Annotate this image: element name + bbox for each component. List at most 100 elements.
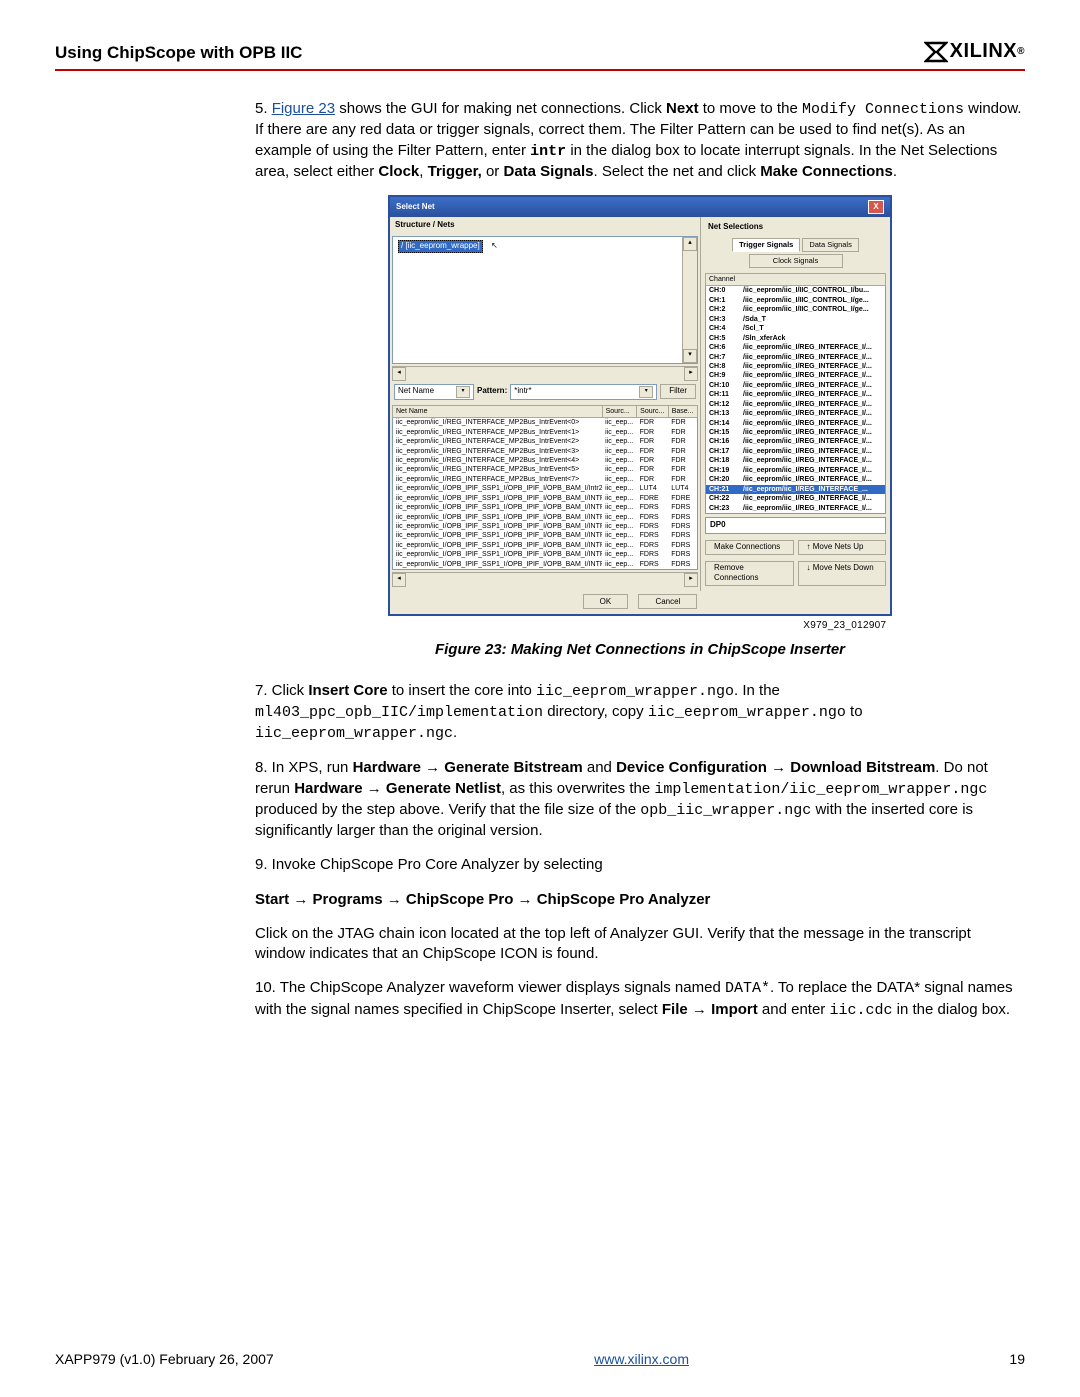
sigma-icon	[924, 41, 948, 63]
channel-row[interactable]: CH:23/iic_eeprom/iic_I/REG_INTERFACE_I/.…	[706, 504, 886, 514]
figure-23: Select Net X Structure / Nets / [iic_eep…	[255, 196, 1025, 615]
channel-row[interactable]: CH:4/Scl_T	[706, 324, 886, 333]
signal-tabs: Trigger Signals Data Signals Clock Signa…	[703, 236, 888, 270]
channel-row[interactable]: CH:17/iic_eeprom/iic_I/REG_INTERFACE_I/.…	[706, 447, 886, 456]
step-5: 5. Figure 23 shows the GUI for making ne…	[255, 99, 1025, 182]
make-connections-button[interactable]: Make Connections	[705, 540, 794, 555]
footer-link[interactable]: www.xilinx.com	[594, 1351, 689, 1367]
table-row[interactable]: iic_eeprom/iic_I/REG_INTERFACE_MP2Bus_In…	[393, 418, 698, 428]
net-list-table[interactable]: Net NameSourc...Sourc...Base... iic_eepr…	[392, 405, 698, 570]
table-row[interactable]: iic_eeprom/iic_I/OPB_IPIF_SSP1_I/OPB_IPI…	[393, 531, 698, 540]
channel-row[interactable]: CH:10/iic_eeprom/iic_I/REG_INTERFACE_I/.…	[706, 381, 886, 390]
pattern-label: Pattern:	[477, 386, 507, 397]
channel-row[interactable]: CH:3/Sda_T	[706, 315, 886, 324]
table-row[interactable]: iic_eeprom/iic_I/OPB_IPIF_SSP1_I/OPB_IPI…	[393, 550, 698, 559]
scroll-left-icon[interactable]: ◂	[392, 573, 406, 587]
scroll-left-icon[interactable]: ◂	[392, 367, 406, 381]
channel-row[interactable]: CH:7/iic_eeprom/iic_I/REG_INTERFACE_I/..…	[706, 353, 886, 362]
column-header[interactable]: Sourc...	[602, 405, 637, 417]
dialog-titlebar[interactable]: Select Net X	[390, 197, 890, 217]
figure-caption: Figure 23: Making Net Connections in Chi…	[255, 640, 1025, 660]
dialog-title: Select Net	[396, 202, 435, 213]
reg-mark: ®	[1017, 46, 1025, 57]
table-row[interactable]: iic_eeprom/iic_I/OPB_IPIF_SSP1_I/OPB_IPI…	[393, 503, 698, 512]
table-row[interactable]: iic_eeprom/iic_I/OPB_IPIF_SSP1_I/OPB_IPI…	[393, 541, 698, 550]
channel-row[interactable]: CH:8/iic_eeprom/iic_I/REG_INTERFACE_I/..…	[706, 362, 886, 371]
port-box[interactable]: DP0	[705, 517, 886, 534]
move-nets-down-button[interactable]: ↓ Move Nets Down	[798, 561, 887, 587]
chevron-down-icon[interactable]: ▾	[456, 386, 470, 398]
page-header: Using ChipScope with OPB IIC XILINX ®	[55, 40, 1025, 71]
tab-data-signals[interactable]: Data Signals	[802, 238, 859, 252]
table-row[interactable]: iic_eeprom/iic_I/OPB_IPIF_SSP1_I/OPB_IPI…	[393, 560, 698, 570]
xilinx-logo: XILINX ®	[924, 40, 1025, 63]
structure-nets-label: Structure / Nets	[390, 217, 700, 234]
figure-id: X979_23_012907	[255, 619, 886, 633]
scroll-right-icon[interactable]: ▸	[684, 573, 698, 587]
column-header[interactable]: Base...	[668, 405, 697, 417]
channel-row[interactable]: CH:16/iic_eeprom/iic_I/REG_INTERFACE_I/.…	[706, 437, 886, 446]
channel-row[interactable]: CH:9/iic_eeprom/iic_I/REG_INTERFACE_I/..…	[706, 371, 886, 380]
channel-row[interactable]: CH:19/iic_eeprom/iic_I/REG_INTERFACE_I/.…	[706, 466, 886, 475]
step-num: 5.	[255, 100, 272, 117]
remove-connections-button[interactable]: Remove Connections	[705, 561, 794, 587]
channel-row[interactable]: CH:20/iic_eeprom/iic_I/REG_INTERFACE_I/.…	[706, 475, 886, 484]
channel-row[interactable]: CH:15/iic_eeprom/iic_I/REG_INTERFACE_I/.…	[706, 428, 886, 437]
step-9-path: Start → Programs → ChipScope Pro → ChipS…	[255, 890, 1025, 910]
net-selections-label: Net Selections	[703, 219, 888, 236]
page-number: 19	[1009, 1351, 1025, 1367]
table-row[interactable]: iic_eeprom/iic_I/REG_INTERFACE_MP2Bus_In…	[393, 428, 698, 437]
scroll-up-icon[interactable]: ▴	[683, 237, 697, 251]
channel-row[interactable]: CH:1/iic_eeprom/iic_I/IIC_CONTROL_I/ge..…	[706, 296, 886, 305]
table-row[interactable]: iic_eeprom/iic_I/OPB_IPIF_SSP1_I/OPB_IPI…	[393, 522, 698, 531]
channel-row[interactable]: CH:14/iic_eeprom/iic_I/REG_INTERFACE_I/.…	[706, 419, 886, 428]
filter-button[interactable]: Filter	[660, 384, 696, 399]
tab-clock-signals[interactable]: Clock Signals	[749, 254, 843, 268]
channel-row[interactable]: CH:21/iic_eeprom/iic_I/REG_INTERFACE_...	[706, 485, 886, 494]
table-row[interactable]: iic_eeprom/iic_I/REG_INTERFACE_MP2Bus_In…	[393, 456, 698, 465]
channel-row[interactable]: CH:0/iic_eeprom/iic_I/IIC_CONTROL_I/bu..…	[706, 286, 886, 296]
net-name-combo[interactable]: Net Name ▾	[394, 384, 474, 400]
figure-23-link[interactable]: Figure 23	[272, 100, 335, 117]
pattern-input[interactable]: *intr* ▾	[510, 384, 657, 400]
scroll-down-icon[interactable]: ▾	[683, 349, 697, 363]
pattern-value: *intr*	[514, 386, 531, 397]
channel-row[interactable]: CH:2/iic_eeprom/iic_I/IIC_CONTROL_I/ge..…	[706, 305, 886, 314]
tree-scrollbar-h[interactable]: ◂ ▸	[392, 366, 698, 381]
table-row[interactable]: iic_eeprom/iic_I/OPB_IPIF_SSP1_I/OPB_IPI…	[393, 484, 698, 493]
table-row[interactable]: iic_eeprom/iic_I/OPB_IPIF_SSP1_I/OPB_IPI…	[393, 513, 698, 522]
header-title: Using ChipScope with OPB IIC	[55, 43, 302, 63]
netlist-scrollbar-h[interactable]: ◂ ▸	[392, 572, 698, 587]
close-icon[interactable]: X	[868, 200, 884, 214]
table-row[interactable]: iic_eeprom/iic_I/REG_INTERFACE_MP2Bus_In…	[393, 437, 698, 446]
net-name-label: Net Name	[398, 386, 434, 397]
channel-table[interactable]: Channel CH:0/iic_eeprom/iic_I/IIC_CONTRO…	[705, 273, 886, 514]
channel-row[interactable]: CH:12/iic_eeprom/iic_I/REG_INTERFACE_I/.…	[706, 400, 886, 409]
ok-button[interactable]: OK	[583, 594, 629, 609]
tree-selected-item[interactable]: / [iic_eeprom_wrappe]	[398, 240, 483, 253]
channel-row[interactable]: CH:22/iic_eeprom/iic_I/REG_INTERFACE_I/.…	[706, 494, 886, 503]
structure-tree[interactable]: / [iic_eeprom_wrappe] ↖ ▴ ▾	[392, 236, 698, 364]
cancel-button[interactable]: Cancel	[638, 594, 697, 609]
table-row[interactable]: iic_eeprom/iic_I/REG_INTERFACE_MP2Bus_In…	[393, 475, 698, 484]
channel-row[interactable]: CH:6/iic_eeprom/iic_I/REG_INTERFACE_I/..…	[706, 343, 886, 352]
cursor-icon: ↖	[491, 241, 498, 250]
scroll-right-icon[interactable]: ▸	[684, 367, 698, 381]
page-footer: XAPP979 (v1.0) February 26, 2007 www.xil…	[55, 1351, 1025, 1367]
channel-row[interactable]: CH:5/Sln_xferAck	[706, 334, 886, 343]
tree-scrollbar-v[interactable]: ▴ ▾	[682, 237, 697, 363]
channel-row[interactable]: CH:11/iic_eeprom/iic_I/REG_INTERFACE_I/.…	[706, 390, 886, 399]
table-row[interactable]: iic_eeprom/iic_I/REG_INTERFACE_MP2Bus_In…	[393, 447, 698, 456]
tab-trigger-signals[interactable]: Trigger Signals	[732, 238, 800, 252]
table-row[interactable]: iic_eeprom/iic_I/REG_INTERFACE_MP2Bus_In…	[393, 465, 698, 474]
step-9: 9. Invoke ChipScope Pro Core Analyzer by…	[255, 855, 1025, 875]
chevron-down-icon[interactable]: ▾	[639, 386, 653, 398]
channel-row[interactable]: CH:18/iic_eeprom/iic_I/REG_INTERFACE_I/.…	[706, 456, 886, 465]
step-7: 7. Click Insert Core to insert the core …	[255, 681, 1025, 745]
select-net-dialog: Select Net X Structure / Nets / [iic_eep…	[389, 196, 891, 615]
move-nets-up-button[interactable]: ↑ Move Nets Up	[798, 540, 887, 555]
channel-row[interactable]: CH:13/iic_eeprom/iic_I/REG_INTERFACE_I/.…	[706, 409, 886, 418]
table-row[interactable]: iic_eeprom/iic_I/OPB_IPIF_SSP1_I/OPB_IPI…	[393, 494, 698, 503]
column-header[interactable]: Sourc...	[637, 405, 669, 417]
column-header[interactable]: Net Name	[393, 405, 603, 417]
